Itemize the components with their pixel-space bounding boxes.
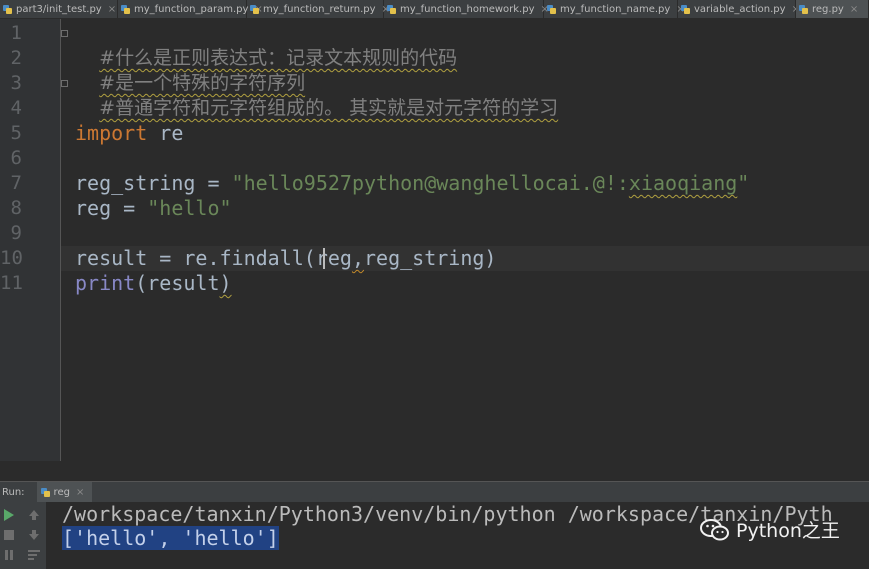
run-label: Run:	[2, 486, 25, 498]
arrow-up-icon[interactable]	[27, 508, 41, 522]
python-file-icon	[547, 4, 556, 14]
builtin-token: print	[75, 271, 136, 295]
editor-tab-bar: part3/init_test.py × my_function_param.py ×…	[0, 0, 869, 19]
comment-text: #普通字符和元字符组成的。 其实就是对元字符的学习	[99, 97, 559, 119]
fold-marker-icon[interactable]	[61, 30, 68, 37]
line-number: 4	[10, 97, 22, 119]
code-token: reg_string)	[364, 246, 497, 270]
python-file-icon	[3, 4, 12, 14]
code-line-11: print(result)	[75, 271, 232, 296]
string-token: xiaoqiang	[628, 171, 738, 195]
code-line-8: reg = "hello"	[75, 196, 232, 221]
code-token: reg =	[75, 196, 148, 220]
console-result-text: ['hello', 'hello']	[62, 526, 279, 550]
code-token: reg	[315, 246, 352, 270]
close-icon[interactable]: ×	[108, 4, 116, 15]
keyword-token: import	[75, 121, 148, 145]
editor-tab-label: reg.py	[812, 3, 844, 15]
editor-tab[interactable]: my_function_homework.py ×	[384, 0, 549, 18]
editor-tab[interactable]: reg.py ×	[796, 0, 869, 18]
close-icon[interactable]: ×	[850, 4, 858, 15]
line-number: 1	[10, 22, 22, 44]
python-file-icon	[40, 487, 50, 497]
rerun-icon[interactable]	[2, 508, 16, 522]
line-number: 3	[10, 72, 22, 94]
arrow-down-icon[interactable]	[27, 528, 41, 542]
stop-icon[interactable]	[2, 528, 16, 542]
python-file-icon	[250, 4, 259, 14]
line-number: 2	[10, 47, 22, 69]
code-token: )	[219, 271, 232, 295]
line-number: 8	[10, 197, 22, 219]
editor-tab-label: part3/init_test.py	[16, 3, 102, 15]
code-token: result = re.findall(	[75, 246, 316, 270]
code-line-2: #是一个特殊的字符序列	[75, 46, 305, 94]
python-file-icon	[121, 4, 130, 14]
code-token: re	[147, 121, 184, 145]
wechat-logo-icon	[700, 518, 729, 540]
console-result-line: ['hello', 'hello']	[62, 526, 279, 550]
python-file-icon	[387, 4, 396, 14]
line-number: 5	[10, 122, 22, 144]
code-token: reg_string =	[75, 171, 232, 195]
code-token: ,	[351, 246, 364, 270]
run-tab-label: reg	[53, 486, 70, 498]
string-token: "	[737, 171, 750, 195]
editor-tab-label: my_function_name.py	[560, 3, 671, 15]
editor-tab-label: my_function_param.py	[134, 3, 249, 15]
line-number: 9	[10, 222, 22, 244]
pause-icon[interactable]	[2, 548, 16, 562]
code-line-1: #什么是正则表达式：记录文本规则的代码	[75, 21, 457, 69]
editor-tab[interactable]: my_function_return.py ×	[247, 0, 390, 18]
line-number: 6	[10, 147, 22, 169]
code-editor[interactable]: 1 2 3 4 5 6 7 8 9 10 11 #什么是正则表达式：记录文本规则…	[0, 19, 869, 461]
fold-marker-icon[interactable]	[61, 80, 68, 87]
run-tab-reg[interactable]: reg ×	[36, 482, 93, 502]
run-toolbar	[0, 502, 47, 569]
editor-tab-label: my_function_return.py	[263, 3, 376, 15]
code-line-3: #普通字符和元字符组成的。 其实就是对元字符的学习	[75, 71, 558, 119]
python-file-icon	[681, 4, 690, 14]
editor-tab[interactable]: my_function_name.py ×	[544, 0, 685, 18]
line-number: 10	[0, 247, 23, 269]
python-file-icon	[799, 4, 808, 14]
string-token: "hello9527python@wanghellocai.@!:	[231, 171, 629, 195]
line-number: 7	[10, 172, 22, 194]
editor-tab[interactable]: variable_action.py×	[678, 0, 800, 18]
watermark-text: Python之王	[736, 520, 840, 542]
code-line-7: reg_string = "hello9527python@wanghelloc…	[75, 171, 749, 196]
editor-tab-label: my_function_homework.py	[400, 3, 535, 15]
string-token: "hello"	[147, 196, 232, 220]
close-icon[interactable]: ×	[76, 487, 84, 498]
soft-wrap-icon[interactable]	[27, 548, 41, 562]
editor-tab[interactable]: part3/init_test.py ×	[0, 0, 118, 18]
editor-tab-label: variable_action.py	[694, 3, 786, 15]
editor-tab[interactable]: my_function_param.py ×	[118, 0, 263, 18]
watermark: Python之王	[700, 516, 840, 543]
code-line-10: result = re.findall(reg,reg_string)	[75, 246, 496, 271]
run-panel-header: Run: reg ×	[0, 481, 869, 502]
code-token: (result	[135, 271, 220, 295]
text-caret	[323, 248, 325, 269]
line-number: 11	[0, 272, 23, 294]
code-line-5: import re	[75, 121, 183, 146]
